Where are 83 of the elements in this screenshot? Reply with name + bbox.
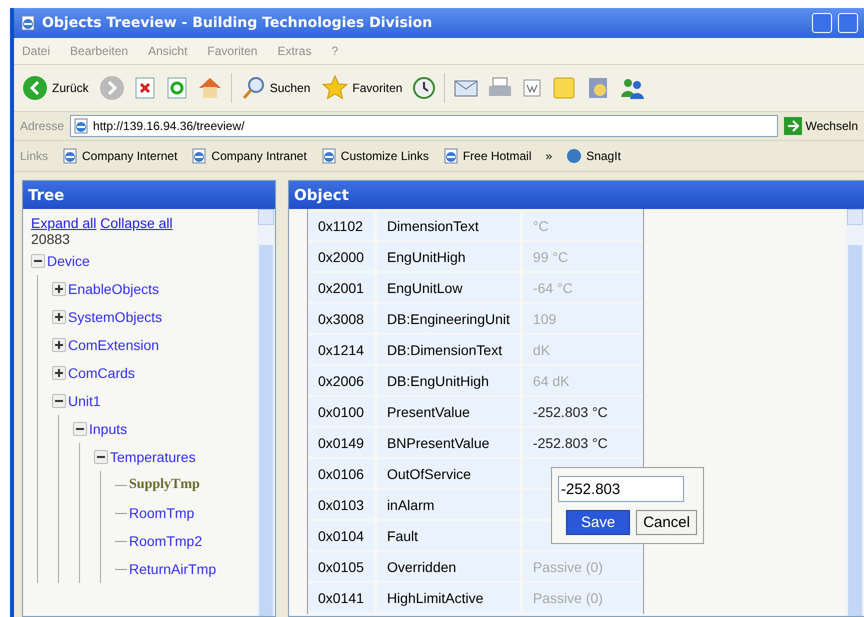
- search-button[interactable]: Suchen: [240, 74, 312, 102]
- table-cell: Passive (0): [522, 583, 643, 612]
- table-cell: 64 dK: [522, 366, 643, 395]
- link-item[interactable]: Company Internet: [82, 149, 178, 163]
- maximize-button[interactable]: [838, 13, 858, 33]
- back-button[interactable]: Zurück: [20, 73, 91, 103]
- favorites-button[interactable]: Favoriten: [320, 73, 404, 103]
- expand-toggle[interactable]: [52, 282, 66, 296]
- tree-item[interactable]: EnableObjects: [68, 281, 160, 297]
- table-cell: 0x0149: [308, 428, 374, 457]
- tree-item[interactable]: Unit1: [68, 393, 101, 409]
- scrollbar[interactable]: [257, 209, 275, 616]
- table-cell: 0x2001: [308, 273, 374, 302]
- tree-item[interactable]: ReturnAirTmp: [129, 561, 216, 577]
- table-cell: 0x1214: [308, 335, 374, 364]
- tree-item[interactable]: ComCards: [68, 365, 135, 381]
- tree-item[interactable]: SupplyTmp: [129, 477, 200, 493]
- table-cell: Passive (0): [522, 552, 643, 581]
- more-chevron[interactable]: »: [546, 149, 552, 163]
- table-cell: 0x0105: [308, 552, 374, 581]
- arrow-icon: [784, 117, 802, 135]
- table-cell: 99 °C: [522, 242, 643, 271]
- table-cell: dK: [522, 335, 643, 364]
- page-icon: [62, 148, 78, 164]
- refresh-icon[interactable]: [164, 76, 189, 100]
- window-title: Objects Treeview - Building Technologies Division: [42, 15, 434, 31]
- address-field[interactable]: http://139.16.94.36/treeview/: [70, 115, 778, 137]
- tree-item[interactable]: RoomTmp2: [129, 533, 202, 549]
- link-item[interactable]: SnagIt: [586, 149, 621, 163]
- value-field[interactable]: -252.803: [558, 476, 684, 502]
- link-item[interactable]: Free Hotmail: [462, 149, 532, 163]
- table-cell: 0x2000: [308, 242, 374, 271]
- search-icon: [242, 76, 266, 100]
- table-cell: -252.803 °C: [522, 428, 643, 457]
- count-text: 20883: [31, 231, 71, 247]
- page-icon: [191, 148, 208, 164]
- star-icon: [322, 75, 348, 101]
- table-cell: 0x0100: [308, 397, 374, 426]
- table-cell: -252.803 °C: [522, 397, 643, 426]
- table-cell: 0x0106: [308, 459, 374, 488]
- collapse-toggle[interactable]: [31, 254, 45, 268]
- tree-item[interactable]: RoomTmp: [129, 505, 194, 521]
- tree-item[interactable]: Inputs: [89, 421, 128, 437]
- page-icon: [73, 118, 90, 134]
- history-icon[interactable]: [412, 76, 436, 100]
- minimize-button[interactable]: [812, 13, 832, 33]
- table-cell: -64 °C: [522, 273, 643, 302]
- table-cell: 0x2006: [308, 366, 374, 395]
- expand-toggle[interactable]: [52, 366, 66, 380]
- table-cell: 0x1102: [308, 211, 374, 240]
- links-label: Links: [20, 149, 48, 163]
- collapse-toggle[interactable]: [52, 394, 66, 408]
- expand-toggle[interactable]: [52, 338, 66, 352]
- page-icon: [20, 15, 36, 31]
- address-label: Adresse: [20, 119, 64, 133]
- link-item[interactable]: Customize Links: [340, 149, 429, 163]
- document-icon[interactable]: [521, 77, 544, 99]
- panel-header: Object: [289, 181, 864, 209]
- link-item[interactable]: Company Intranet: [211, 149, 307, 163]
- expand-all-link[interactable]: Expand all: [31, 215, 96, 231]
- cancel-button[interactable]: Cancel: [636, 510, 697, 535]
- tree-item[interactable]: SystemObjects: [68, 309, 162, 325]
- home-icon[interactable]: [196, 76, 223, 100]
- collapse-all-link[interactable]: Collapse all: [100, 215, 173, 231]
- table-cell: 0x0103: [308, 490, 374, 519]
- scrollbar[interactable]: [846, 209, 864, 616]
- page-icon: [442, 148, 459, 164]
- go-button[interactable]: Wechseln: [784, 117, 858, 135]
- save-button[interactable]: Save: [566, 510, 630, 535]
- tree-item[interactable]: Temperatures: [110, 449, 196, 465]
- collapse-toggle[interactable]: [94, 450, 108, 464]
- table-cell: 109: [522, 304, 643, 333]
- collapse-toggle[interactable]: [73, 422, 87, 436]
- panel-header: Tree: [23, 181, 275, 209]
- page-icon: [320, 148, 337, 164]
- expand-toggle[interactable]: [52, 310, 66, 324]
- stop-icon[interactable]: [132, 76, 157, 100]
- tree-item[interactable]: Device: [47, 253, 90, 269]
- table-cell: 0x0104: [308, 521, 374, 550]
- tree-item[interactable]: ComExtension: [68, 337, 160, 353]
- table-cell: °C: [522, 211, 643, 240]
- table-cell: 0x0141: [308, 583, 374, 612]
- table-cell: 0x3008: [308, 304, 374, 333]
